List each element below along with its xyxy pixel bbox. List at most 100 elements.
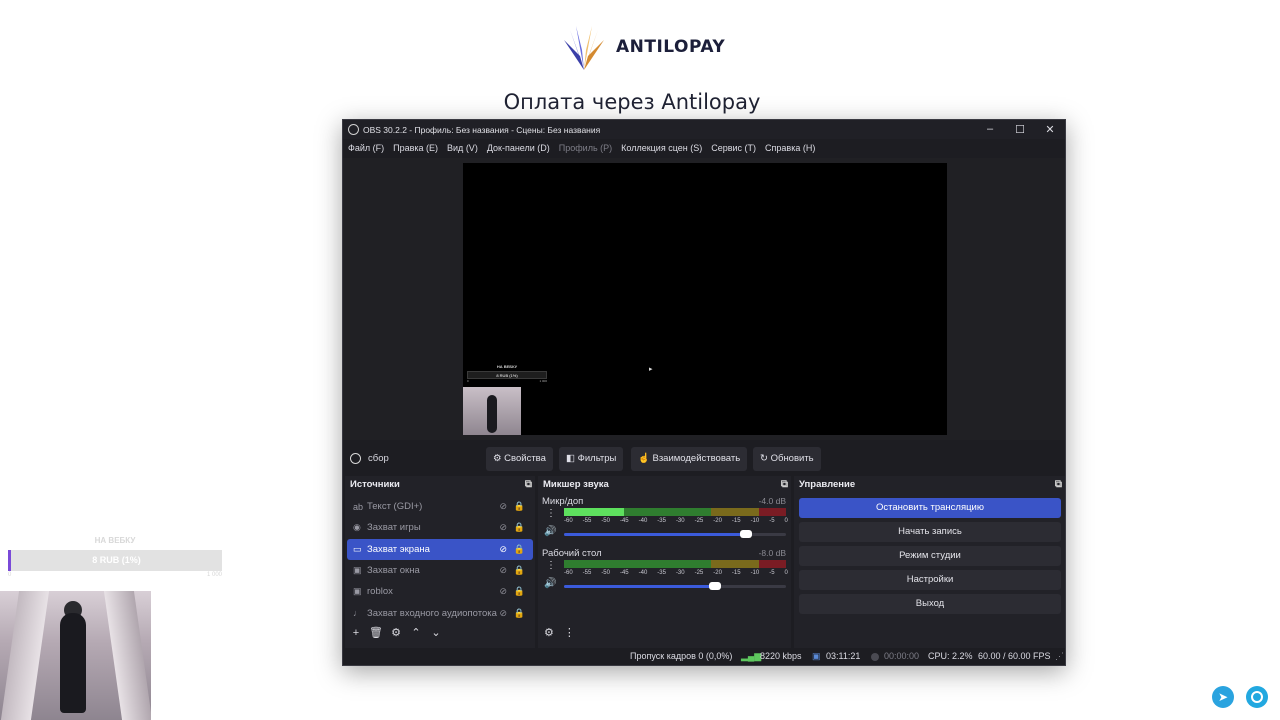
undock-icon[interactable]: ⧉ [1055, 479, 1062, 490]
audio-settings-icon[interactable]: ⚙ [544, 626, 554, 639]
lock-icon[interactable]: 🔒 [514, 522, 525, 533]
close-icon[interactable]: ✕ [1035, 123, 1065, 136]
tick-label: -45 [619, 570, 629, 576]
visibility-eye-icon[interactable]: ⊘ [499, 586, 507, 597]
chevron-down-icon[interactable]: ⌄ [429, 626, 443, 640]
start-record-button[interactable]: Начать запись [799, 522, 1061, 542]
level-meter [564, 508, 786, 516]
sources-list: ab Текст (GDI+) ⊘ 🔒 ◉ Захват игры ⊘ 🔒 ▭ Захват эк… [347, 496, 533, 624]
channel-name: Рабочий стол [542, 548, 602, 559]
tick-label: -30 [675, 518, 685, 524]
properties-button[interactable]: ⚙ Свойства [486, 447, 553, 471]
window-title: OBS 30.2.2 - Профиль: Без названия - Сце… [363, 124, 601, 135]
settings-button[interactable]: Настройки [799, 570, 1061, 590]
obs-logo-icon [348, 124, 359, 135]
window-icon: ▣ [353, 586, 362, 597]
tick-label: 0 [784, 518, 788, 524]
volume-slider[interactable] [564, 530, 786, 538]
source-item[interactable]: ▣ roblox ⊘ 🔒 [347, 581, 533, 602]
volume-slider-handle[interactable] [740, 530, 753, 538]
gear-icon[interactable]: ⚙ [389, 626, 403, 640]
visibility-eye-icon[interactable]: ⊘ [499, 522, 507, 533]
preview-goal-widget: НА ВЕБКУ 8 RUB (1%) 0 1 000 [467, 364, 547, 383]
minimize-icon[interactable]: – [975, 123, 1005, 136]
stream-icon: ▣ [812, 651, 821, 661]
telegram-icon[interactable]: ➤ [1212, 686, 1234, 708]
title-bar[interactable]: OBS 30.2.2 - Профиль: Без названия - Сце… [343, 120, 1065, 139]
maximize-icon[interactable]: ☐ [1005, 123, 1035, 136]
filters-button[interactable]: ◧ Фильтры [559, 447, 624, 471]
exit-button[interactable]: Выход [799, 594, 1061, 614]
lock-icon[interactable]: 🔒 [514, 544, 525, 555]
kebab-menu-icon[interactable]: ⋮ [546, 560, 556, 571]
trash-icon[interactable]: 🗑 [369, 626, 383, 640]
kebab-menu-icon[interactable]: ⋮ [564, 626, 575, 639]
menu-item[interactable]: Профиль (P) [559, 143, 612, 153]
visibility-eye-icon[interactable]: ⊘ [499, 608, 507, 619]
visibility-eye-icon[interactable]: ⊘ [499, 565, 507, 576]
tick-label: -25 [694, 570, 704, 576]
tick-label: -45 [619, 518, 629, 524]
dropped-frames: Пропуск кадров 0 (0,0%) [630, 651, 733, 661]
menu-item[interactable]: Правка (E) [393, 143, 438, 153]
refresh-button[interactable]: ↻ Обновить [753, 447, 821, 471]
source-label: Текст (GDI+) [367, 501, 423, 513]
stop-stream-button[interactable]: Остановить трансляцию [799, 498, 1061, 518]
volume-slider-handle[interactable] [708, 582, 721, 590]
visibility-eye-icon[interactable]: ⊘ [499, 501, 507, 512]
menu-item[interactable]: Сервис (T) [711, 143, 756, 153]
tick-label: -40 [638, 518, 648, 524]
resize-grip-icon[interactable]: ⋰ [1055, 651, 1064, 662]
goal-progress-bar: 8 RUB (1%) [8, 550, 222, 571]
microphone-icon: ♩ [353, 608, 362, 619]
source-item[interactable]: ◉ Захват игры ⊘ 🔒 [347, 517, 533, 538]
menu-item[interactable]: Док-панели (D) [487, 143, 550, 153]
monitor-icon: ▭ [353, 543, 362, 554]
brand-name: ANTILOPAY [616, 37, 726, 57]
source-label: Захват экрана [367, 543, 430, 555]
menu-item[interactable]: Коллекция сцен (S) [621, 143, 702, 153]
chevron-up-icon[interactable]: ⌃ [409, 626, 423, 640]
studio-mode-button[interactable]: Режим студии [799, 546, 1061, 566]
gear-icon: ⚙ [493, 453, 502, 464]
chat-icon[interactable] [1246, 686, 1268, 708]
volume-slider[interactable] [564, 582, 786, 590]
refresh-icon: ↻ [760, 453, 768, 464]
add-source-icon[interactable]: + [349, 626, 363, 640]
tick-label: -35 [657, 570, 666, 576]
lock-icon[interactable]: 🔒 [514, 501, 525, 512]
interact-button[interactable]: ☝ Взаимодействовать [631, 447, 748, 471]
goal-scale: 0 1 000 [8, 572, 222, 578]
tick-label: 0 [784, 570, 788, 576]
kebab-menu-icon[interactable]: ⋮ [546, 508, 556, 519]
fps: 60.00 / 60.00 FPS [978, 651, 1051, 661]
lock-icon[interactable]: 🔒 [514, 565, 525, 576]
speaker-icon[interactable]: 🔊 [544, 526, 556, 537]
lock-icon[interactable]: 🔒 [514, 608, 525, 619]
hand-icon: ☝ [638, 453, 650, 464]
menu-item[interactable]: Вид (V) [447, 143, 478, 153]
channel-name: Микр/доп [542, 496, 584, 507]
source-item[interactable]: ▭ Захват экрана ⊘ 🔒 [347, 538, 533, 560]
preview-canvas[interactable]: НА ВЕБКУ 8 RUB (1%) 0 1 000 ▸ [463, 163, 947, 435]
source-item[interactable]: ▣ Захват окна ⊘ 🔒 [347, 560, 533, 581]
gamepad-icon: ◉ [353, 522, 361, 533]
tick-label: -15 [731, 570, 741, 576]
antilopay-logo-mark [564, 26, 604, 70]
speaker-icon[interactable]: 🔊 [544, 578, 556, 589]
visibility-eye-icon[interactable]: ⊘ [499, 544, 507, 555]
undock-icon[interactable]: ⧉ [525, 479, 532, 490]
undock-icon[interactable]: ⧉ [781, 479, 788, 490]
source-label: Захват игры [367, 522, 421, 534]
source-item[interactable]: ab Текст (GDI+) ⊘ 🔒 [347, 496, 533, 517]
menu-item[interactable]: Справка (H) [765, 143, 815, 153]
sources-panel: Источники ⧉ ab Текст (GDI+) ⊘ 🔒 ◉ Захват игры ⊘… [345, 476, 535, 648]
filter-icon: ◧ [566, 453, 575, 464]
meter-ticks: -60 -55 -50 -45 -40 -35 -30 -25 -20 -15 -10 -5 0 [564, 518, 788, 524]
tick-label: -55 [582, 570, 592, 576]
tick-label: -60 [564, 518, 573, 524]
source-item[interactable]: ♩ Захват входного аудиопотока ⊘ 🔒 [347, 602, 533, 623]
lock-icon[interactable]: 🔒 [514, 586, 525, 597]
menu-item[interactable]: Файл (F) [348, 143, 384, 153]
text-icon: ab [353, 501, 364, 512]
